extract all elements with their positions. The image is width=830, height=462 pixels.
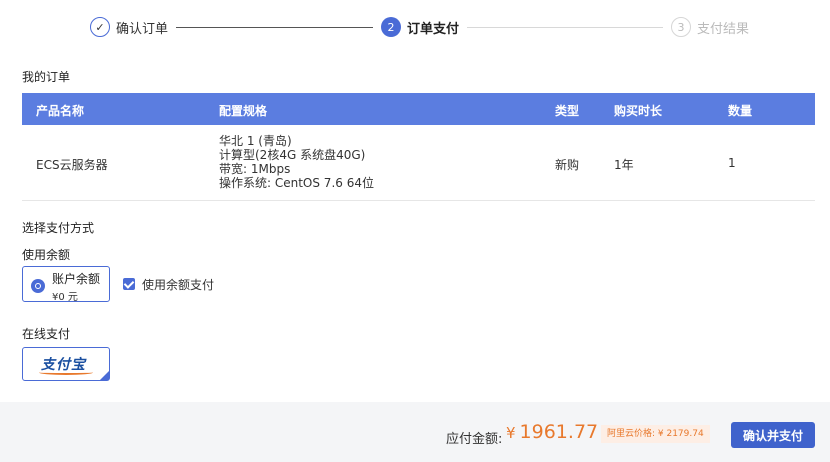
coin-icon	[31, 279, 45, 293]
spec-region: 华北 1 (青岛)	[219, 134, 292, 148]
product-spec: 华北 1 (青岛) 计算型(2核4G 系统盘40G) 带宽: 1Mbps 操作系…	[219, 134, 374, 190]
step-connector	[467, 27, 663, 28]
step-number: 3	[671, 17, 691, 37]
amount-value: 1961.77	[519, 421, 599, 443]
purchase-type: 新购	[555, 158, 580, 172]
alipay-swoosh-icon	[39, 370, 93, 375]
step-connector	[176, 27, 373, 28]
column-header-product: 产品名称	[36, 104, 85, 118]
step-number: 2	[381, 17, 401, 37]
currency-symbol: ¥	[506, 424, 516, 442]
step-payment-result: 3 支付结果	[671, 15, 749, 39]
step-label: 订单支付	[407, 21, 460, 37]
order-table: 产品名称 配置规格 类型 购买时长 数量 ECS云服务器 华北 1 (青岛) 计…	[22, 93, 815, 201]
product-name: ECS云服务器	[36, 158, 108, 172]
balance-section-title: 使用余额	[22, 248, 71, 262]
table-row: ECS云服务器 华北 1 (青岛) 计算型(2核4G 系统盘40G) 带宽: 1…	[22, 125, 815, 201]
aliyun-price-badge: 阿里云价格: ¥ 2179.74	[601, 425, 710, 443]
confirm-pay-button[interactable]: 确认并支付	[731, 422, 815, 448]
step-label: 确认订单	[116, 21, 169, 37]
column-header-duration: 购买时长	[614, 104, 663, 118]
column-header-type: 类型	[555, 104, 580, 118]
step-order-payment: 2 订单支付	[381, 15, 459, 39]
balance-label: 账户余额	[52, 272, 101, 286]
column-header-spec: 配置规格	[219, 104, 268, 118]
payment-footer: 应付金额: ¥1961.77 阿里云价格: ¥ 2179.74 确认并支付	[0, 402, 830, 462]
step-confirm-order: ✓ 确认订单	[90, 15, 168, 39]
online-payment-title: 在线支付	[22, 327, 71, 341]
payment-section-title: 选择支付方式	[22, 221, 95, 235]
purchase-duration: 1年	[614, 158, 634, 172]
amount-label: 应付金额:	[446, 432, 503, 447]
spec-os: 操作系统: CentOS 7.6 64位	[219, 176, 374, 190]
step-label: 支付结果	[697, 21, 750, 37]
amount-due: ¥1961.77	[506, 421, 598, 443]
balance-value: ¥0 元	[52, 292, 78, 303]
column-header-quantity: 数量	[728, 104, 753, 118]
alipay-option[interactable]: 支付宝	[22, 347, 110, 381]
checkout-steps: ✓ 确认订单 2 订单支付 3 支付结果	[0, 15, 830, 39]
spec-instance: 计算型(2核4G 系统盘40G)	[219, 148, 366, 162]
use-balance-label[interactable]: 使用余额支付	[142, 276, 214, 293]
selected-corner-icon	[100, 371, 109, 380]
table-header: 产品名称 配置规格 类型 购买时长 数量	[22, 93, 815, 125]
purchase-quantity: 1	[728, 156, 736, 170]
spec-bandwidth: 带宽: 1Mbps	[219, 162, 291, 176]
account-balance-option[interactable]: 账户余额 ¥0 元	[22, 266, 110, 303]
order-section-title: 我的订单	[22, 70, 71, 84]
use-balance-checkbox[interactable]	[123, 278, 135, 290]
check-icon: ✓	[90, 17, 110, 37]
